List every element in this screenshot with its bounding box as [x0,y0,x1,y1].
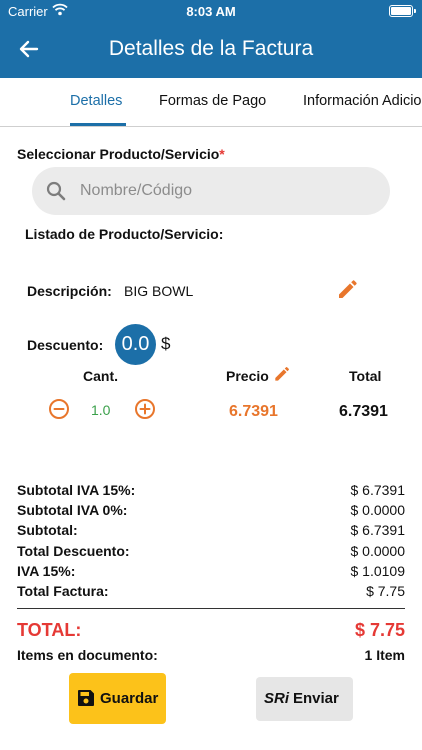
summary-value: $ 1.0109 [350,563,406,579]
column-price: Precio [226,368,269,384]
summary-value: $ 6.7391 [350,482,406,498]
quantity-value: 1.0 [91,402,111,418]
summary-row: Subtotal IVA 15%: $ 6.7391 [17,482,405,500]
summary-row: Subtotal: $ 6.7391 [17,522,405,540]
edit-price-icon[interactable] [273,366,290,383]
plus-circle-icon[interactable] [134,398,156,420]
description-label: Descripción: [27,283,112,299]
app-header: Carrier 8:03 AM Detalles de la Factura [0,0,422,78]
items-count-value: 1 Item [364,647,405,663]
product-search-box[interactable] [32,167,390,215]
summary-value: $ 0.0000 [350,543,406,559]
summary-value: $ 0.0000 [350,502,406,518]
items-count-row: Items en documento: 1 Item [17,647,405,665]
summary-divider [17,608,405,609]
summary-label: IVA 15%: [17,563,76,579]
summary-label: Subtotal: [17,522,78,538]
grand-total-label: TOTAL: [17,620,82,640]
minus-circle-icon[interactable] [48,398,70,420]
summary-label: Total Factura: [17,583,109,599]
tab-detalles[interactable]: Detalles [70,93,122,109]
column-qty: Cant. [83,368,118,384]
summary-label: Subtotal IVA 0%: [17,502,128,518]
required-mark: * [219,146,225,162]
summary-row: Total Factura: $ 7.75 [17,583,405,601]
active-tab-indicator [70,123,126,126]
tab-informacion-adicional[interactable]: Información Adicional [303,93,422,109]
battery-icon [389,5,416,17]
discount-value-button[interactable]: 0.0 [115,324,156,365]
grand-total-value: $ 7.75 [354,620,405,640]
summary-row: IVA 15%: $ 1.0109 [17,563,405,581]
price-value[interactable]: 6.7391 [229,403,278,421]
page-title: Detalles de la Factura [108,37,314,60]
discount-currency: $ [161,334,171,353]
sri-logo: SRi [264,690,290,707]
status-bar: Carrier 8:03 AM [0,0,422,22]
search-icon [46,181,66,201]
items-count-label: Items en documento: [17,647,158,663]
send-button-label: Enviar [293,690,339,707]
summary-label: Subtotal IVA 15%: [17,482,136,498]
summary-label: Total Descuento: [17,543,130,559]
grand-total-row: TOTAL: $ 7.75 [17,620,405,642]
send-button[interactable]: SRi Enviar [256,677,353,721]
description-value: BIG BOWL [124,283,194,299]
edit-description-icon[interactable] [336,279,358,301]
save-button-label: Guardar [100,690,159,707]
status-time: 8:03 AM [186,4,236,19]
summary-value: $ 6.7391 [350,522,406,538]
column-total: Total [349,368,382,384]
search-input[interactable] [80,167,370,215]
summary-value: $ 7.75 [366,583,405,599]
product-select-label: Seleccionar Producto/Servicio* [17,146,225,162]
tab-bar: Detalles Formas de Pago Información Adic… [0,78,422,127]
product-list-title: Listado de Producto/Servicio: [25,226,224,242]
discount-label: Descuento: [27,337,104,353]
summary-row: Total Descuento: $ 0.0000 [17,543,405,561]
summary-row: Subtotal IVA 0%: $ 0.0000 [17,502,405,520]
save-button[interactable]: Guardar [69,673,166,724]
line-total-value: 6.7391 [339,403,388,420]
floppy-disk-icon [78,690,94,706]
tab-formas-de-pago[interactable]: Formas de Pago [159,93,266,109]
